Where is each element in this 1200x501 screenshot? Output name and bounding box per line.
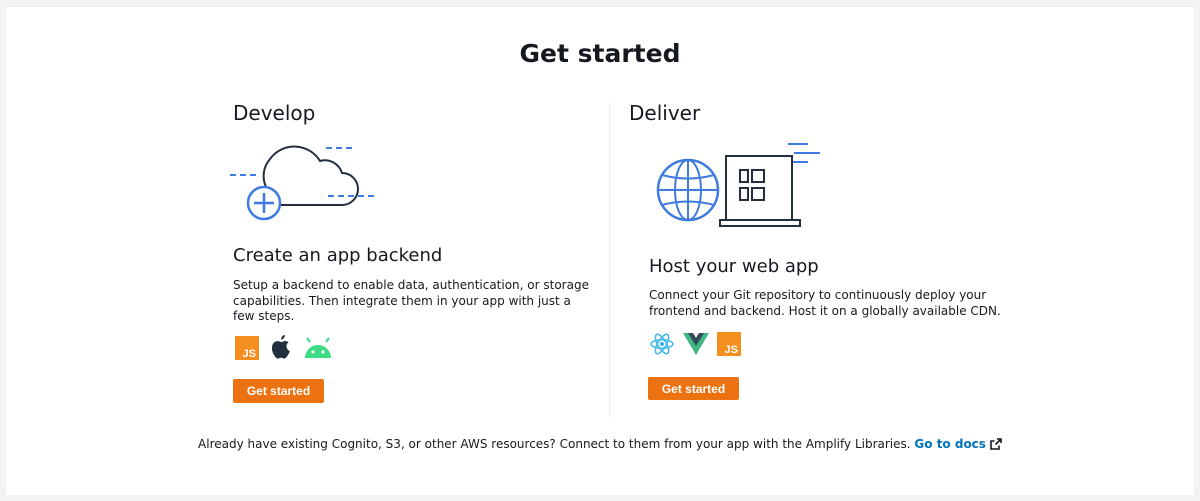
go-to-docs-label: Go to docs xyxy=(914,437,986,451)
deliver-description: Connect your Git repository to continuou… xyxy=(649,288,1029,319)
develop-subheading: Create an app backend xyxy=(233,245,443,266)
column-divider xyxy=(609,103,610,417)
react-icon xyxy=(650,333,674,355)
external-link-icon xyxy=(990,438,1002,450)
go-to-docs-link[interactable]: Go to docs xyxy=(914,437,1002,451)
deliver-description-line: frontend and backend. Host it on a globa… xyxy=(649,303,1001,318)
get-started-card: Get started Develop Create an app backen… xyxy=(6,6,1194,495)
page-title: Get started xyxy=(519,39,681,68)
android-icon xyxy=(305,337,331,358)
deliver-description-line: Connect your Git repository to continuou… xyxy=(649,288,987,302)
apple-icon xyxy=(271,335,290,359)
develop-description-line: few steps. xyxy=(233,309,295,323)
footer-note: Already have existing Cognito, S3, or ot… xyxy=(6,437,1194,451)
deliver-subheading: Host your web app xyxy=(649,256,819,277)
develop-description-line: capabilities. Then integrate them in you… xyxy=(233,293,571,308)
svg-text:JS: JS xyxy=(243,348,256,360)
deliver-get-started-button[interactable]: Get started xyxy=(648,377,739,400)
javascript-icon: JS xyxy=(717,332,741,356)
deliver-heading: Deliver xyxy=(629,101,701,125)
svg-text:JS: JS xyxy=(725,344,738,356)
javascript-icon: JS xyxy=(235,336,259,360)
develop-description-line: Setup a backend to enable data, authenti… xyxy=(233,278,589,292)
develop-get-started-button[interactable]: Get started xyxy=(233,379,324,403)
vue-icon xyxy=(683,333,709,355)
footer-text: Already have existing Cognito, S3, or ot… xyxy=(198,437,911,451)
develop-description: Setup a backend to enable data, authenti… xyxy=(233,278,593,325)
develop-heading: Develop xyxy=(233,101,316,125)
cloud-add-illustration xyxy=(230,145,374,221)
globe-laptop-illustration xyxy=(656,143,820,227)
